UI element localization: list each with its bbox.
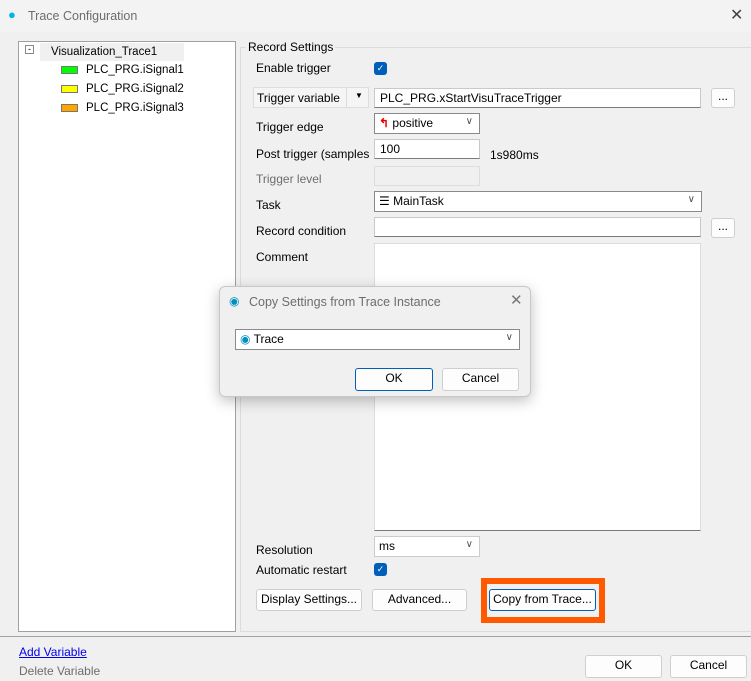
trigger-variable-input[interactable]: PLC_PRG.xStartVisuTraceTrigger <box>374 88 701 108</box>
close-icon[interactable]: ✕ <box>730 5 743 25</box>
collapse-icon[interactable]: - <box>25 45 34 54</box>
resolution-label: Resolution <box>256 543 313 557</box>
color-swatch <box>61 103 78 112</box>
positive-edge-icon: ↰ <box>379 116 390 130</box>
group-label: Record Settings <box>246 40 336 54</box>
tree-item-label: PLC_PRG.iSignal2 <box>86 83 184 95</box>
trigger-edge-label: Trigger edge <box>256 120 324 134</box>
browse-trigger-variable-button[interactable]: ... <box>711 88 735 108</box>
trigger-edge-value: positive <box>392 116 434 130</box>
trigger-edge-combo[interactable]: ↰ positive ∨ <box>374 113 480 134</box>
trace-instance-combo[interactable]: ◉ Trace ∨ <box>235 329 520 350</box>
tree-item-label: PLC_PRG.iSignal1 <box>86 64 184 76</box>
tree-item[interactable]: PLC_PRG.iSignal2 <box>61 83 184 95</box>
tree-item-label: PLC_PRG.iSignal3 <box>86 102 184 114</box>
post-trigger-time: 1s980ms <box>490 148 539 162</box>
trace-icon: ● <box>8 7 16 22</box>
add-variable-link[interactable]: Add Variable <box>19 645 87 659</box>
dialog-close-icon[interactable]: ✕ <box>510 291 523 309</box>
chevron-down-icon: ∨ <box>687 194 695 205</box>
task-value: MainTask <box>393 194 444 208</box>
copy-from-trace-button[interactable]: Copy from Trace... <box>489 589 596 611</box>
enable-trigger-checkbox[interactable]: ✓ <box>374 62 387 75</box>
color-swatch <box>61 65 78 74</box>
trigger-level-input <box>374 166 480 186</box>
chevron-down-icon: ∨ <box>505 332 513 343</box>
copy-settings-dialog: ◉ Copy Settings from Trace Instance ✕ ◉ … <box>219 286 531 397</box>
post-trigger-input[interactable]: 100 <box>374 139 480 159</box>
variable-tree[interactable]: - Visualization_Trace1 PLC_PRG.iSignal1 … <box>18 41 236 632</box>
chevron-down-icon: ∨ <box>465 116 473 127</box>
tree-root[interactable]: Visualization_Trace1 <box>40 43 184 61</box>
trace-icon: ◉ <box>240 332 251 346</box>
automatic-restart-label: Automatic restart <box>256 563 347 577</box>
footer-divider <box>0 636 751 637</box>
task-icon: ☰ <box>379 194 390 208</box>
resolution-combo[interactable]: ms ∨ <box>374 536 480 557</box>
browse-record-condition-button[interactable]: ... <box>711 218 735 238</box>
tree-item[interactable]: PLC_PRG.iSignal3 <box>61 102 184 114</box>
task-combo[interactable]: ☰ MainTask ∨ <box>374 191 702 212</box>
ok-button[interactable]: OK <box>585 655 662 678</box>
trace-instance-value: Trace <box>253 332 284 346</box>
dropdown-arrow-icon: ▼ <box>346 88 363 107</box>
trigger-variable-label: Trigger variable <box>257 91 340 105</box>
enable-trigger-label: Enable trigger <box>256 61 331 75</box>
trigger-level-label: Trigger level <box>256 172 322 186</box>
record-condition-input[interactable] <box>374 217 701 237</box>
tree-item[interactable]: PLC_PRG.iSignal1 <box>61 64 184 76</box>
chevron-down-icon: ∨ <box>465 539 473 550</box>
dialog-title: Copy Settings from Trace Instance <box>249 295 441 309</box>
display-settings-button[interactable]: Display Settings... <box>256 589 362 611</box>
color-swatch <box>61 84 78 93</box>
cancel-button[interactable]: Cancel <box>670 655 747 678</box>
trigger-variable-selector[interactable]: Trigger variable ▼ <box>253 87 369 108</box>
resolution-value: ms <box>379 539 395 553</box>
post-trigger-label: Post trigger (samples <box>256 147 370 161</box>
comment-label: Comment <box>256 250 309 264</box>
dialog-cancel-button[interactable]: Cancel <box>442 368 519 391</box>
dialog-ok-button[interactable]: OK <box>355 368 433 391</box>
automatic-restart-checkbox[interactable]: ✓ <box>374 563 387 576</box>
window-title: Trace Configuration <box>28 9 138 23</box>
trace-instance-icon: ◉ <box>229 294 240 308</box>
task-label: Task <box>256 198 281 212</box>
advanced-button[interactable]: Advanced... <box>372 589 467 611</box>
delete-variable-link: Delete Variable <box>19 664 101 678</box>
record-condition-label: Record condition <box>256 224 347 238</box>
